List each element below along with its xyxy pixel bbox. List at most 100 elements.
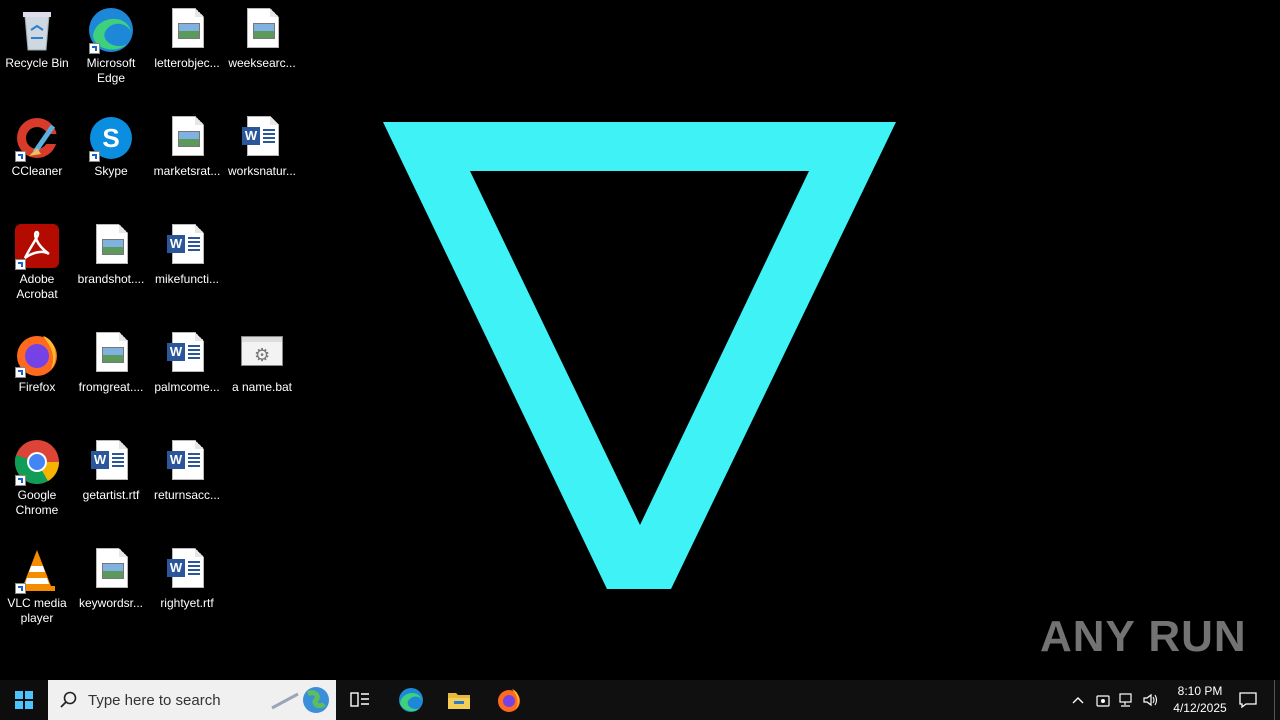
icon-label: Skype — [94, 164, 128, 178]
tray-volume-button[interactable] — [1140, 680, 1162, 720]
icon-label: a name.bat — [231, 380, 293, 394]
desktop-icon-fromgreat[interactable]: fromgreat.... — [74, 326, 148, 426]
taskbar-clock[interactable]: 8:10 PM 4/12/2025 — [1165, 683, 1235, 717]
shortcut-arrow-icon — [15, 259, 26, 270]
desktop-icon-rightyet[interactable]: W rightyet.rtf — [150, 542, 224, 642]
windows-logo-icon — [15, 691, 33, 709]
desktop-icon-ccleaner[interactable]: CCleaner — [0, 110, 74, 210]
word-file-icon: W — [163, 222, 211, 270]
firefox-icon — [13, 330, 61, 378]
taskbar: Type here to search 8:10 PM 4/12/2025 — [0, 680, 1280, 720]
skype-icon: S — [87, 114, 135, 162]
clock-time: 8:10 PM — [1177, 684, 1223, 698]
task-view-icon — [350, 692, 369, 707]
shortcut-arrow-icon — [89, 43, 100, 54]
desktop-icon-weeksearc[interactable]: weeksearc... — [225, 2, 299, 102]
shortcut-arrow-icon — [15, 583, 26, 594]
icon-label: marketsrat... — [153, 164, 221, 178]
vlc-icon — [13, 546, 61, 594]
tray-meet-button[interactable] — [1092, 680, 1114, 720]
anyrun-watermark: ANY RUN — [1040, 612, 1247, 661]
shortcut-arrow-icon — [15, 367, 26, 378]
word-file-icon: W — [163, 546, 211, 594]
speaker-icon — [1143, 693, 1158, 707]
desktop-icon-brandshot[interactable]: brandshot.... — [74, 218, 148, 318]
image-file-icon — [87, 330, 135, 378]
desktop-icon-recycle-bin[interactable]: Recycle Bin — [0, 2, 74, 102]
desktop-icon-marketsrat[interactable]: marketsrat... — [150, 110, 224, 210]
meet-now-icon — [1096, 695, 1110, 707]
shortcut-arrow-icon — [89, 151, 100, 162]
search-icon — [60, 691, 77, 708]
shortcut-arrow-icon — [15, 151, 26, 162]
search-placeholder: Type here to search — [88, 691, 221, 709]
icon-label: fromgreat.... — [78, 380, 144, 394]
task-view-button[interactable] — [340, 680, 380, 720]
icon-label: getartist.rtf — [82, 488, 140, 502]
image-file-icon — [163, 6, 211, 54]
chevron-up-icon — [1072, 697, 1084, 704]
taskbar-search-box[interactable]: Type here to search — [48, 680, 336, 720]
image-file-icon — [163, 114, 211, 162]
firefox-icon — [498, 689, 520, 712]
taskbar-file-explorer-button[interactable] — [438, 680, 480, 720]
icon-label: brandshot.... — [77, 272, 145, 286]
search-highlight-icon — [271, 687, 329, 713]
desktop-icon-returnsacc[interactable]: W returnsacc... — [150, 434, 224, 534]
clock-date: 4/12/2025 — [1173, 701, 1227, 715]
batch-file-icon: ⚙ — [238, 330, 286, 378]
icon-label: Firefox — [18, 380, 56, 394]
image-file-icon — [87, 222, 135, 270]
word-file-icon: W — [163, 330, 211, 378]
icon-label: rightyet.rtf — [160, 596, 214, 610]
icon-label: letterobjec... — [154, 56, 220, 70]
desktop-icon-a-name-bat[interactable]: ⚙ a name.bat — [225, 326, 299, 426]
desktop-icon-keywordsr[interactable]: keywordsr... — [74, 542, 148, 642]
word-file-icon: W — [163, 438, 211, 486]
desktop-icon-worksnatur[interactable]: W worksnatur... — [225, 110, 299, 210]
icon-label: Google Chrome — [15, 488, 59, 517]
icon-label: Adobe Acrobat — [16, 272, 58, 301]
start-button[interactable] — [0, 680, 48, 720]
icon-label: Recycle Bin — [5, 56, 69, 70]
desktop-icon-skype[interactable]: S Skype — [74, 110, 148, 210]
word-file-icon: W — [87, 438, 135, 486]
icon-label: Microsoft Edge — [86, 56, 136, 85]
show-desktop-button[interactable] — [1274, 680, 1280, 720]
desktop: Recycle Bin CCleaner Adobe Acrobat Firef… — [0, 0, 1280, 680]
taskbar-edge-button[interactable] — [390, 680, 432, 720]
file-explorer-icon — [448, 693, 470, 709]
icon-label: worksnatur... — [227, 164, 297, 178]
desktop-icon-microsoft-edge[interactable]: Microsoft Edge — [74, 2, 148, 102]
acrobat-icon — [13, 222, 61, 270]
icon-label: palmcome... — [154, 380, 220, 394]
notification-icon — [1239, 692, 1257, 708]
edge-icon — [399, 688, 423, 712]
tray-overflow-button[interactable] — [1066, 680, 1090, 720]
network-icon — [1119, 693, 1132, 707]
desktop-icon-mikefuncti[interactable]: W mikefuncti... — [150, 218, 224, 318]
taskbar-firefox-button[interactable] — [488, 680, 530, 720]
icon-label: keywordsr... — [78, 596, 144, 610]
icon-label: mikefuncti... — [154, 272, 220, 286]
word-file-icon: W — [238, 114, 286, 162]
chrome-icon — [13, 438, 61, 486]
image-file-icon — [238, 6, 286, 54]
ccleaner-icon — [13, 114, 61, 162]
recycle-bin-icon — [13, 6, 61, 54]
desktop-icon-firefox[interactable]: Firefox — [0, 326, 74, 426]
icon-label: weeksearc... — [228, 56, 296, 70]
desktop-icon-google-chrome[interactable]: Google Chrome — [0, 434, 74, 534]
desktop-icon-vlc[interactable]: VLC media player — [0, 542, 74, 642]
gear-icon: ⚙ — [254, 345, 271, 365]
action-center-button[interactable] — [1234, 680, 1262, 720]
desktop-icon-adobe-acrobat[interactable]: Adobe Acrobat — [0, 218, 74, 318]
edge-icon — [87, 6, 135, 54]
shortcut-arrow-icon — [15, 475, 26, 486]
svg-text:S: S — [102, 123, 119, 153]
icon-label: VLC media player — [7, 596, 67, 625]
tray-network-button[interactable] — [1116, 680, 1138, 720]
desktop-icon-getartist[interactable]: W getartist.rtf — [74, 434, 148, 534]
desktop-icon-palmcome[interactable]: W palmcome... — [150, 326, 224, 426]
desktop-icon-letterobjec[interactable]: letterobjec... — [150, 2, 224, 102]
